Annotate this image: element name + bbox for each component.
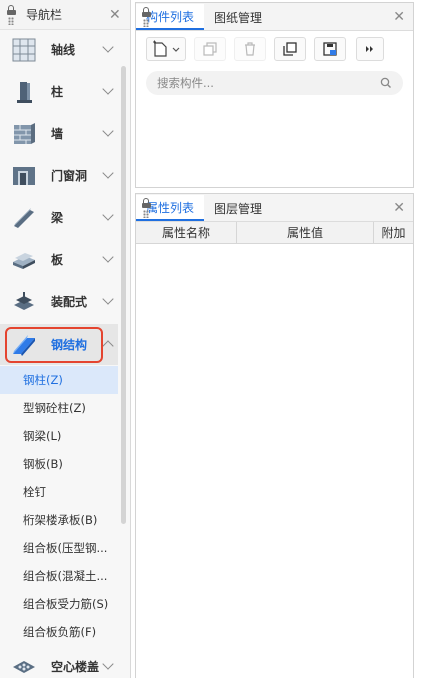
- drag-handle-icon[interactable]: [139, 194, 153, 222]
- steel-item-steel-concrete-column[interactable]: 型钢砼柱(Z): [0, 394, 118, 422]
- nav-title: 导航栏: [26, 8, 63, 22]
- close-icon[interactable]: ✕: [393, 10, 405, 24]
- beam-icon: [11, 205, 37, 231]
- nav-category-door-window[interactable]: 门窗洞: [0, 155, 118, 196]
- nav-category-label: 梁: [51, 211, 64, 225]
- column-icon: [11, 79, 37, 105]
- more-actions-icon[interactable]: [356, 37, 384, 61]
- nav-category-prefab[interactable]: 装配式: [0, 281, 118, 322]
- nav-category-label: 空心楼盖: [51, 660, 100, 674]
- nav-category-label: 门窗洞: [51, 169, 88, 183]
- nav-category-label: 柱: [51, 85, 64, 99]
- component-search-box: [146, 71, 403, 95]
- nav-category-beam[interactable]: 梁: [0, 197, 118, 238]
- nav-category-column[interactable]: 柱: [0, 71, 118, 112]
- close-icon[interactable]: ✕: [109, 8, 121, 22]
- nav-category-axis[interactable]: 轴线: [0, 29, 118, 70]
- steel-item-composite-slab-main-rebar[interactable]: 组合板受力筋(S): [0, 590, 118, 618]
- nav-scrollbar[interactable]: [121, 66, 126, 524]
- slab-icon: [11, 247, 37, 273]
- door-window-icon: [11, 163, 37, 189]
- chevron-down-icon[interactable]: [102, 41, 114, 53]
- steel-item-composite-slab-profiled[interactable]: 组合板(压型钢...: [0, 534, 118, 562]
- prefab-icon: [11, 289, 37, 315]
- steel-item-steel-plate[interactable]: 钢板(B): [0, 450, 118, 478]
- copy-component-button[interactable]: [194, 37, 226, 61]
- axis-grid-icon: [11, 37, 37, 63]
- steel-item-steel-column[interactable]: 钢柱(Z): [0, 366, 118, 394]
- steel-item-truss-deck[interactable]: 桁架楼承板(B): [0, 506, 118, 534]
- nav-category-hollow-floor[interactable]: 空心楼盖: [0, 646, 118, 678]
- nav-category-label: 墙: [51, 127, 64, 141]
- highlight-annotation: [5, 327, 103, 363]
- close-icon[interactable]: ✕: [393, 201, 405, 215]
- hollow-floor-icon: [11, 654, 37, 678]
- layer-copy-button[interactable]: [274, 37, 306, 61]
- component-list-panel: 构件列表 图纸管理 ✕: [135, 2, 414, 188]
- component-panel-tabbar: 构件列表 图纸管理 ✕: [136, 3, 413, 31]
- chevron-down-icon[interactable]: [102, 251, 114, 263]
- navigation-panel: 导航栏 ✕ 轴线 柱 墙 门窗洞 梁 板 装配式 钢结构 钢柱(Z) 型钢砼柱(…: [0, 0, 131, 678]
- steel-item-composite-slab-concrete[interactable]: 组合板(混凝土...: [0, 562, 118, 590]
- property-list-panel: 属性列表 图层管理 ✕ 属性名称 属性值 附加: [135, 193, 414, 678]
- component-toolbar: [136, 31, 413, 67]
- steel-item-composite-slab-negative-rebar[interactable]: 组合板负筋(F): [0, 618, 118, 646]
- chevron-down-icon[interactable]: [102, 125, 114, 137]
- wall-icon: [11, 121, 37, 147]
- component-search-input[interactable]: [157, 76, 377, 90]
- property-grid-header: 属性名称 属性值 附加: [136, 222, 413, 244]
- nav-category-label: 装配式: [51, 295, 88, 309]
- drag-handle-icon[interactable]: [4, 0, 18, 30]
- steel-item-steel-beam[interactable]: 钢梁(L): [0, 422, 118, 450]
- chevron-up-icon[interactable]: [102, 340, 114, 352]
- chevron-down-icon[interactable]: [102, 293, 114, 305]
- property-panel-tabbar: 属性列表 图层管理 ✕: [136, 194, 413, 222]
- chevron-down-icon[interactable]: [102, 167, 114, 179]
- steel-item-stud[interactable]: 栓钉: [0, 478, 118, 506]
- tab-drawing-management[interactable]: 图纸管理: [204, 4, 272, 30]
- save-settings-icon[interactable]: [314, 37, 346, 61]
- drag-handle-icon[interactable]: [139, 3, 153, 31]
- tab-layer-management[interactable]: 图层管理: [204, 195, 272, 221]
- nav-category-slab[interactable]: 板: [0, 239, 118, 280]
- nav-category-label: 轴线: [51, 43, 76, 57]
- new-component-button[interactable]: [146, 37, 186, 61]
- search-icon[interactable]: [380, 77, 392, 89]
- column-header-extra[interactable]: 附加: [374, 222, 413, 243]
- column-header-property-name[interactable]: 属性名称: [136, 222, 237, 243]
- nav-category-label: 板: [51, 253, 64, 267]
- chevron-down-icon[interactable]: [102, 209, 114, 221]
- nav-category-wall[interactable]: 墙: [0, 113, 118, 154]
- chevron-down-icon[interactable]: [102, 658, 114, 670]
- delete-icon[interactable]: [234, 37, 266, 61]
- column-header-property-value[interactable]: 属性值: [237, 222, 374, 243]
- chevron-down-icon[interactable]: [102, 83, 114, 95]
